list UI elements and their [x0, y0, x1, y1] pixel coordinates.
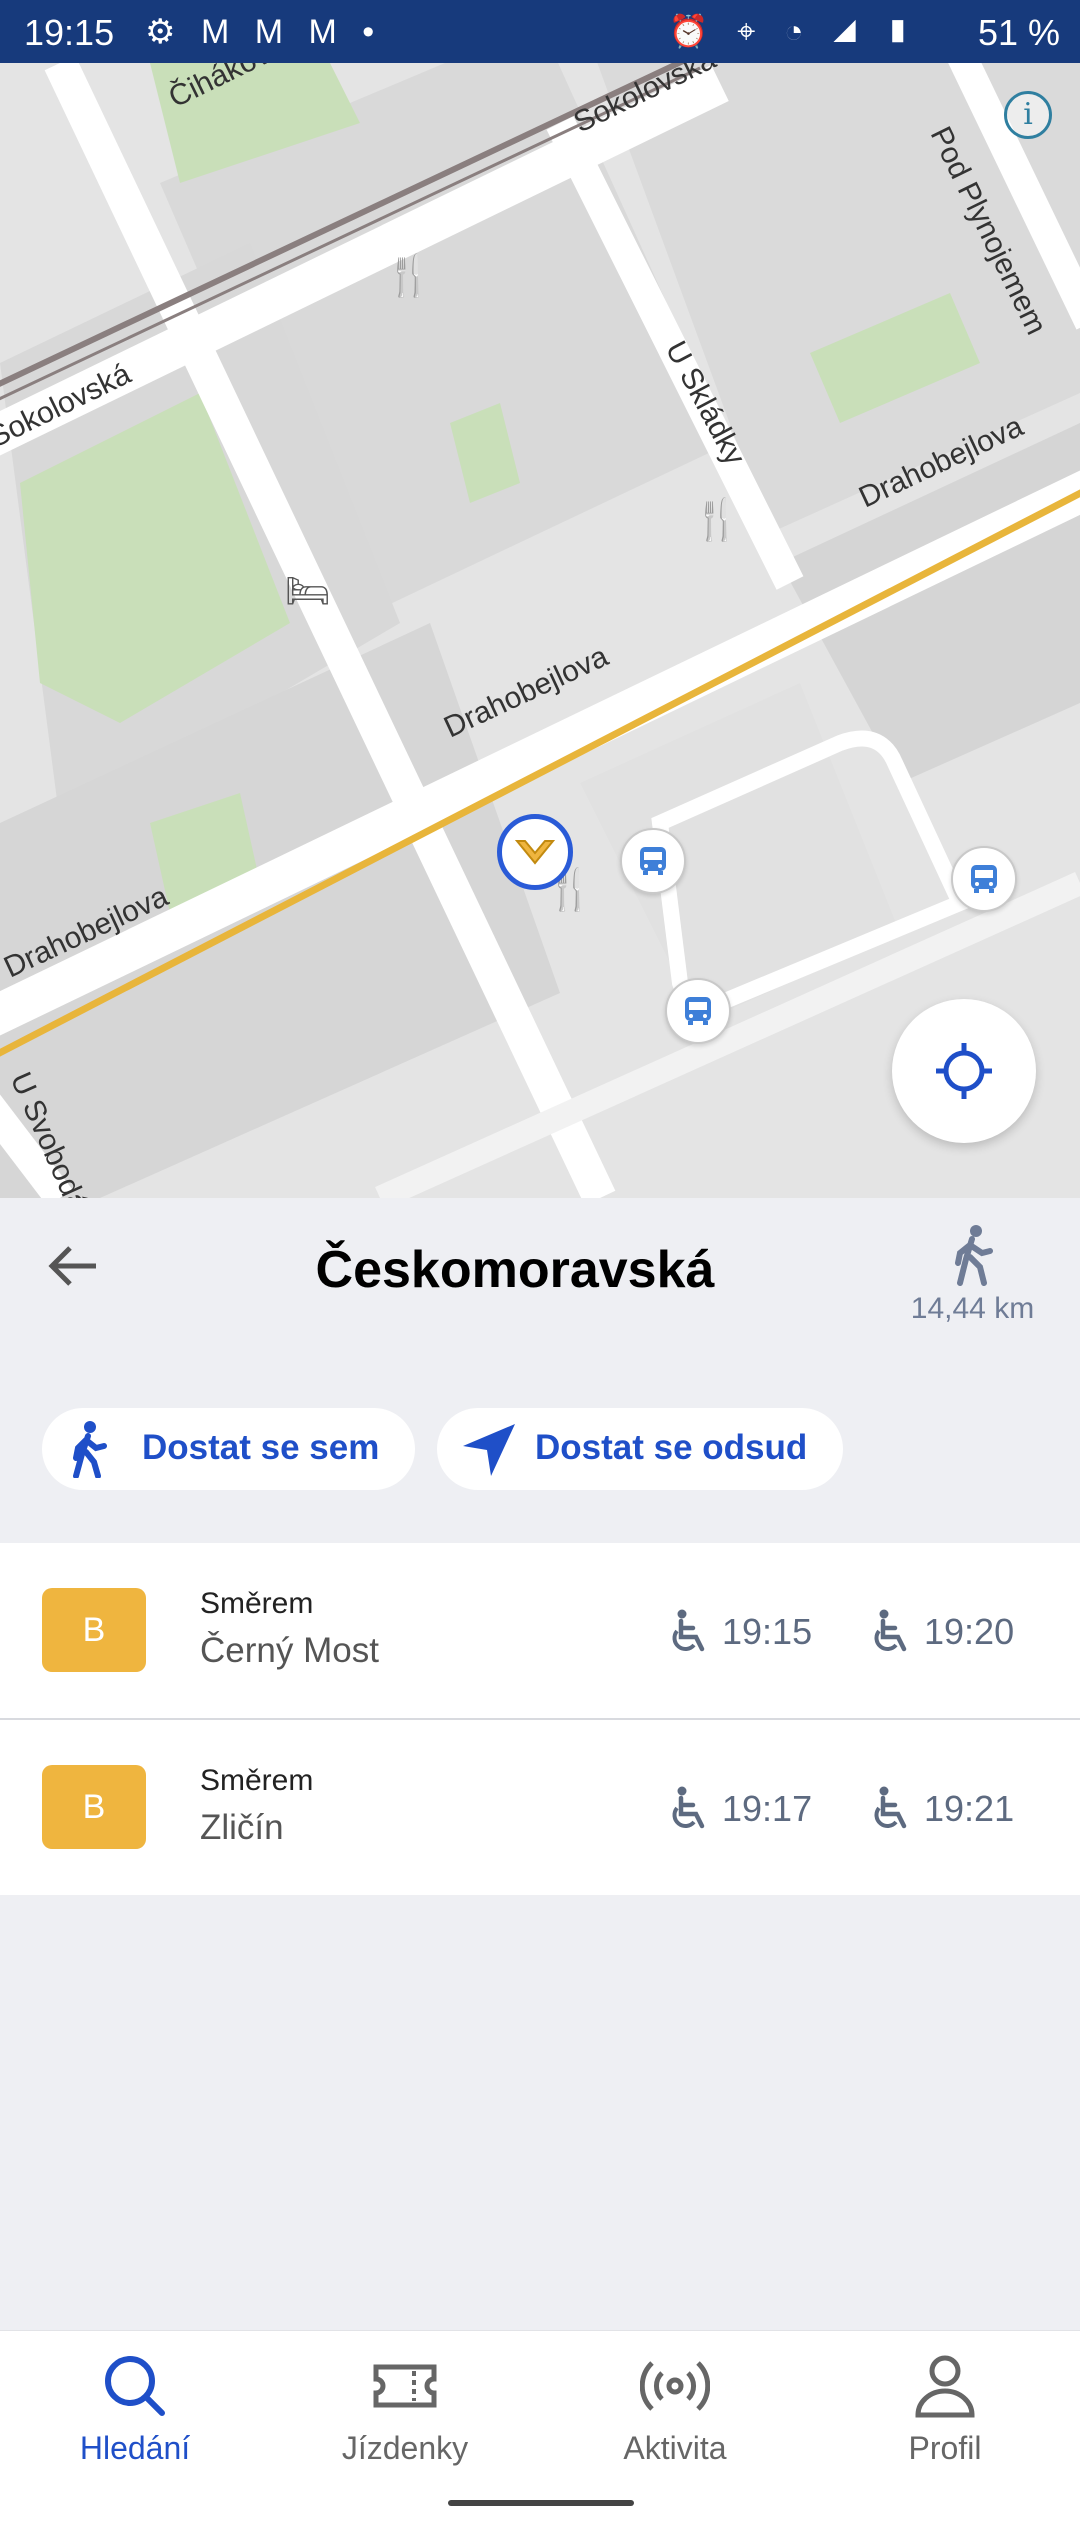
gmail-icon: M: [308, 13, 345, 51]
bus-icon: [971, 865, 997, 893]
battery-level: 51 %: [977, 12, 1060, 53]
gmail-icon: M: [254, 13, 292, 51]
crosshair-icon: [936, 1043, 992, 1099]
get-here-button[interactable]: Dostat se sem: [42, 1408, 415, 1490]
nav-tickets[interactable]: Jízdenky: [295, 2351, 515, 2467]
map-view[interactable]: Čihákova Sokolovská Pod Plynojemem U Skl…: [0, 63, 1080, 1198]
nav-label: Jízdenky: [341, 2430, 469, 2466]
get-here-label: Dostat se sem: [142, 1428, 380, 1467]
hotel-icon: 🛏: [285, 570, 331, 611]
wheelchair-icon: [672, 1609, 705, 1652]
nav-search[interactable]: Hledání: [25, 2351, 245, 2467]
stop-header: Českomoravská 14,44 km Dostat se sem Dos…: [0, 1198, 1080, 1543]
nav-activity[interactable]: Aktivita: [565, 2351, 785, 2467]
status-bar: 19:15 ⚙ M M M • ⏰ ⌖ ◔ ◢ ▮ 51 %: [0, 0, 1080, 63]
status-time: 19:15: [24, 12, 115, 53]
bus-icon: [640, 847, 666, 875]
departure-time: 19:21: [924, 1788, 1015, 1829]
info-icon[interactable]: i: [1004, 91, 1052, 139]
walk-distance-info[interactable]: 14,44 km: [900, 1223, 1045, 1326]
direction-label: Směrem: [200, 1764, 314, 1797]
line-badge: B: [42, 1588, 146, 1672]
walking-person-icon: [954, 1225, 993, 1286]
system-icons: ⏰ ⌖ ◔ ◢ ▮: [669, 12, 920, 51]
locate-me-button[interactable]: [892, 999, 1036, 1143]
bus-stop-marker[interactable]: [620, 828, 686, 894]
dot-icon: •: [362, 13, 383, 51]
settings-icon: ⚙: [145, 13, 184, 51]
walking-person-icon: [73, 1421, 107, 1478]
navigation-arrow-icon: [463, 1424, 515, 1476]
wifi-icon: ◔: [784, 13, 814, 49]
nav-label: Profil: [908, 2430, 982, 2466]
line-badge: B: [42, 1765, 146, 1849]
restaurant-icon: 🍴: [692, 496, 742, 543]
departure-time: 19:17: [722, 1788, 813, 1829]
bus-stop-marker[interactable]: [951, 846, 1017, 912]
home-indicator[interactable]: [448, 2500, 634, 2506]
nav-profile[interactable]: Profil: [835, 2351, 1055, 2467]
departure-row[interactable]: B Směrem Zličín 19:17 19:21: [0, 1720, 1080, 1895]
stop-title: Českomoravská: [315, 1241, 715, 1299]
notification-icons: ⚙ M M M •: [145, 12, 382, 52]
metro-icon: [514, 840, 556, 865]
nav-label: Aktivita: [623, 2430, 727, 2466]
bus-stop-marker[interactable]: [665, 978, 731, 1044]
departure-row[interactable]: B Směrem Černý Most 19:15 19:20: [0, 1543, 1080, 1720]
signal-icon: ◢: [832, 13, 867, 49]
search-icon: [105, 2356, 165, 2416]
departure-time: 19:20: [924, 1611, 1015, 1652]
get-from-button[interactable]: Dostat se odsud: [437, 1408, 843, 1490]
direction-name: Černý Most: [200, 1631, 379, 1670]
get-from-label: Dostat se odsud: [535, 1428, 808, 1467]
bottom-navigation: Hledání Jízdenky Aktivita Profil: [0, 2330, 1080, 2521]
gmail-icon: M: [200, 13, 238, 51]
direction-label: Směrem: [200, 1587, 314, 1620]
departures-list: B Směrem Černý Most 19:15 19:20 B Směrem…: [0, 1543, 1080, 1895]
direction-name: Zličín: [200, 1808, 284, 1847]
location-icon: ⌖: [737, 13, 766, 49]
wheelchair-icon: [672, 1786, 705, 1829]
nav-label: Hledání: [79, 2430, 191, 2466]
broadcast-icon: [639, 2361, 711, 2411]
person-icon: [915, 2355, 975, 2418]
metro-stop-marker[interactable]: [497, 814, 573, 890]
restaurant-icon: 🍴: [384, 252, 434, 299]
bus-icon: [685, 997, 711, 1025]
battery-icon: ▮: [885, 13, 920, 49]
wheelchair-icon: [874, 1786, 907, 1829]
walk-distance: 14,44 km: [910, 1292, 1035, 1325]
ticket-icon: [373, 2364, 437, 2408]
alarm-icon: ⏰: [668, 13, 719, 49]
wheelchair-icon: [874, 1609, 907, 1652]
departure-time: 19:15: [722, 1611, 813, 1652]
